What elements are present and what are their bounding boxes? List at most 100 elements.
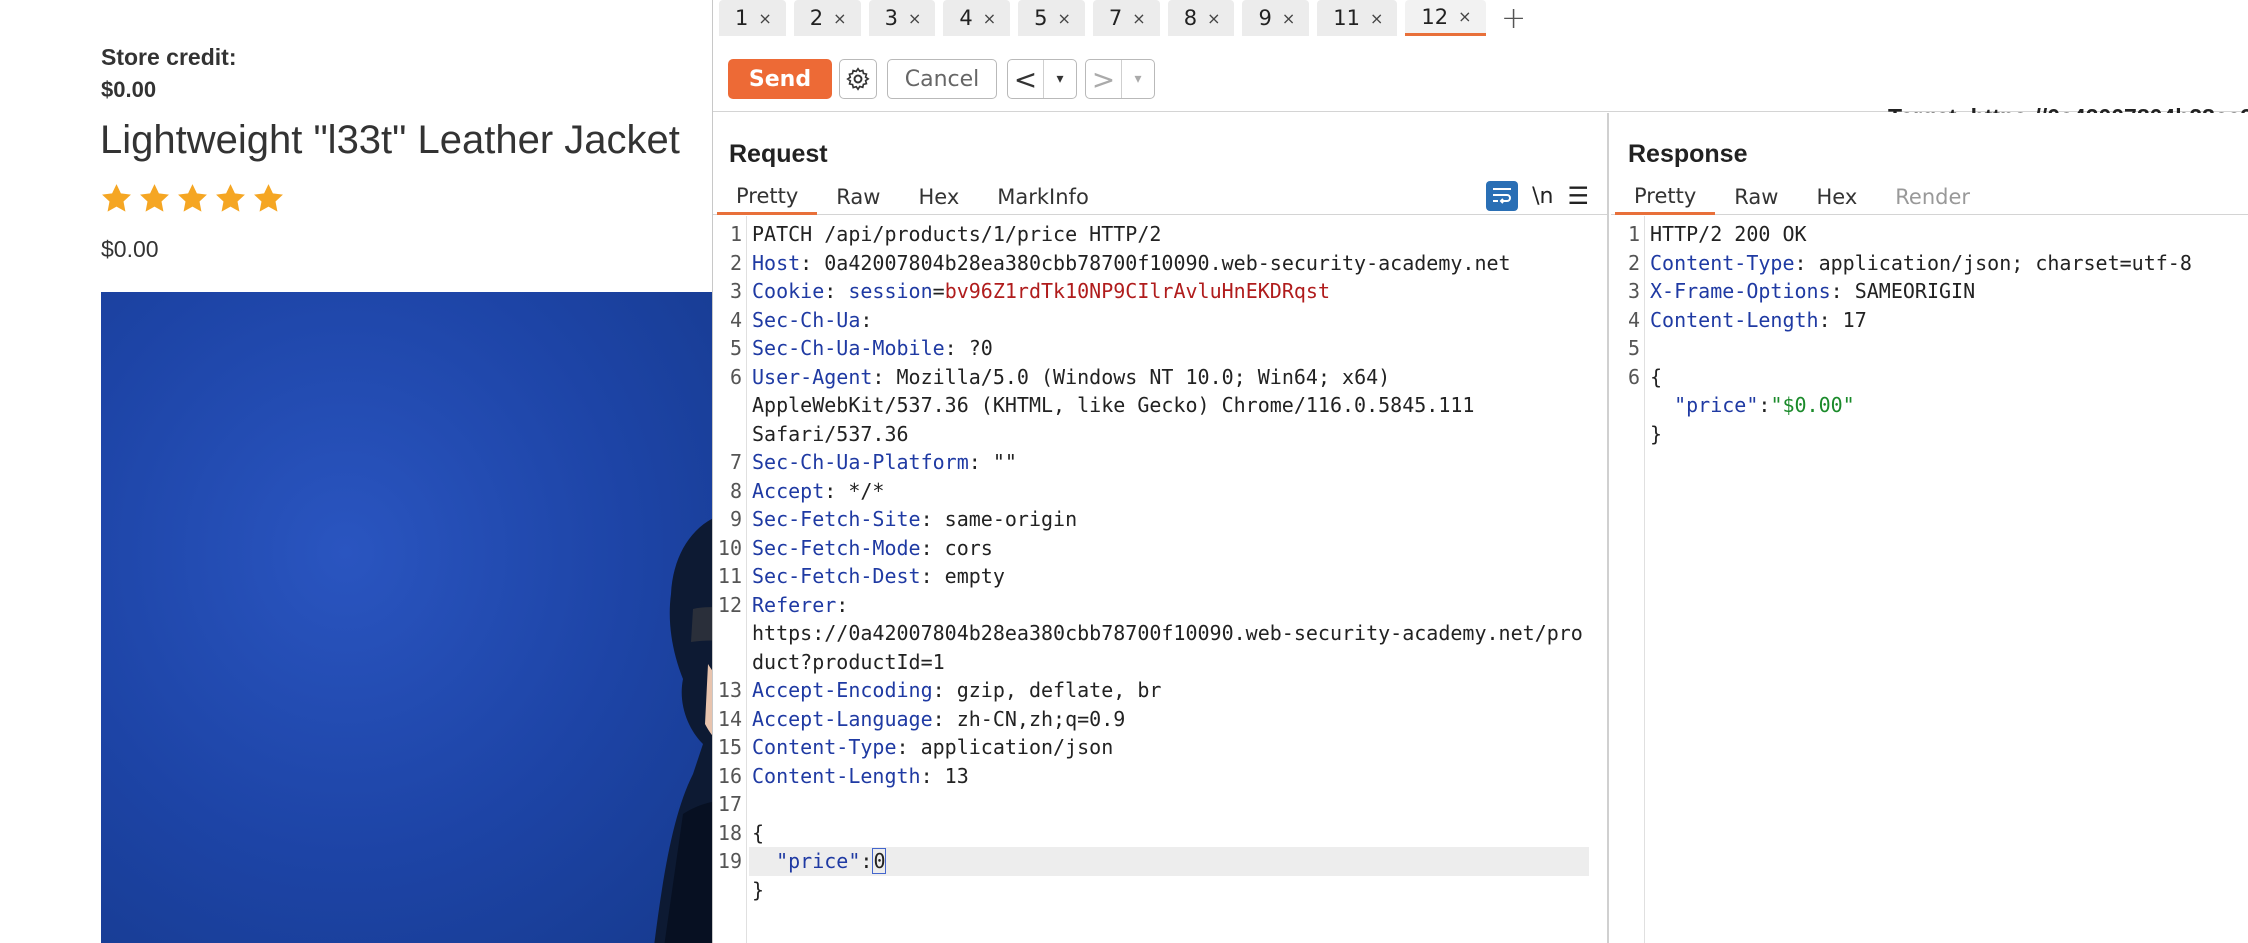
back-dropdown-icon[interactable]: ▾	[1044, 60, 1076, 98]
tab-label: 2	[809, 6, 824, 30]
line-number: 12	[717, 592, 742, 617]
product-page: Store credit: $0.00 Lightweight "l33t" L…	[0, 0, 712, 943]
code-token: bv96Z1rdTk10NP9CIlrAvluHnEKDRqst	[944, 279, 1330, 303]
header-name: Accept-Encoding	[752, 678, 933, 702]
code-token: {	[1650, 364, 1663, 389]
history-back-button[interactable]: < ▾	[1007, 59, 1077, 99]
settings-button[interactable]	[839, 59, 877, 99]
response-tab-hex[interactable]: Hex	[1797, 179, 1876, 215]
close-tab-icon[interactable]: ×	[833, 9, 846, 28]
store-credit-value: $0.00	[101, 77, 157, 102]
star-icon	[178, 184, 207, 212]
request-tab-pretty[interactable]: Pretty	[717, 179, 818, 215]
request-editor[interactable]: 1 PATCH /api/products/1/price HTTP/2 2 Host…	[713, 216, 1607, 943]
line-code: }	[1650, 420, 1662, 449]
model-photo-silhouette	[654, 518, 712, 943]
history-forward-button[interactable]: > ▾	[1085, 59, 1155, 99]
close-tab-icon[interactable]: ×	[1282, 9, 1295, 28]
repeater-tab-1[interactable]: 1 ×	[719, 0, 786, 36]
repeater-tab-3[interactable]: 3 ×	[868, 0, 936, 36]
code-token: : ""	[968, 450, 1017, 474]
header-name: Host	[752, 250, 801, 275]
request-line: 11 Sec-Fetch-Dest: empty	[713, 562, 1607, 591]
request-line: 18 {	[713, 819, 1607, 848]
request-line: 9 Sec-Fetch-Site: same-origin	[713, 505, 1607, 534]
code-token: : zh-CN,zh;q=0.9	[932, 706, 1126, 731]
tab-label: 4	[959, 6, 973, 30]
line-number: 1	[1627, 222, 1640, 246]
header-name: Content-Type	[1650, 250, 1795, 275]
header-name: Accept-Language	[752, 706, 933, 731]
repeater-tab-5[interactable]: 5 ×	[1018, 0, 1085, 36]
header-name: Accept	[752, 478, 825, 503]
response-view-tabs: Pretty Raw Hex Render	[1611, 179, 2248, 215]
response-viewer[interactable]: 1 HTTP/2 200 OK 2 Content-Type: application…	[1611, 216, 2248, 943]
line-code: Sec-Fetch-Dest: empty	[752, 562, 1005, 591]
response-tab-raw[interactable]: Raw	[1715, 179, 1797, 215]
line-code: Cookie: session=bv96Z1rdTk10NP9CIlrAvluH…	[752, 277, 1330, 306]
newline-icon[interactable]: \n	[1532, 184, 1553, 209]
code-token: }	[1650, 421, 1663, 446]
close-tab-icon[interactable]: ×	[983, 9, 996, 28]
repeater-tab-12[interactable]: 12 ×	[1405, 0, 1486, 36]
request-line: 13 Accept-Encoding: gzip, deflate, br	[713, 676, 1607, 705]
tab-label: 3	[884, 6, 898, 30]
line-code: PATCH /api/products/1/price HTTP/2	[752, 220, 1161, 249]
code-token: : 0a42007804b28ea380cbb78700f10090.web-s…	[800, 250, 1511, 275]
line-code: Content-Type: application/json; charset=…	[1650, 249, 2192, 278]
line-number: 5	[729, 336, 742, 360]
line-code: Sec-Ch-Ua-Mobile: ?0	[752, 334, 993, 363]
response-line: 4 Content-Length: 17	[1611, 306, 2248, 335]
close-tab-icon[interactable]: ×	[908, 9, 921, 28]
close-tab-icon[interactable]: ×	[1458, 7, 1471, 26]
code-token: : empty	[920, 564, 1005, 588]
request-tab-hex[interactable]: Hex	[899, 179, 978, 215]
request-line: 14 Accept-Language: zh-CN,zh;q=0.9	[713, 705, 1607, 734]
repeater-tab-9[interactable]: 9 ×	[1242, 0, 1310, 36]
request-tab-markinfo[interactable]: MarkInfo	[978, 179, 1108, 215]
request-view-options: \n ☰	[1486, 179, 1589, 213]
code-token: : 17	[1818, 307, 1867, 332]
header-name: Sec-Ch-Ua-Mobile	[752, 336, 945, 360]
product-price: $0.00	[101, 236, 159, 262]
cancel-button[interactable]: Cancel	[887, 59, 997, 99]
request-line: 7 Sec-Ch-Ua-Platform: ""	[713, 448, 1607, 477]
header-name: Sec-Fetch-Mode	[752, 535, 921, 560]
code-token: :	[860, 307, 873, 332]
code-token: : */*	[824, 478, 885, 503]
repeater-tab-4[interactable]: 4 ×	[943, 0, 1011, 36]
repeater-tab-11[interactable]: 11 ×	[1317, 0, 1398, 36]
line-number: 5	[1627, 336, 1640, 360]
line-code: https://0a42007804b28ea380cbb78700f10090…	[752, 619, 1583, 648]
forward-dropdown-icon[interactable]: ▾	[1122, 60, 1154, 98]
code-token: Safari/537.36	[752, 421, 909, 446]
response-tab-pretty[interactable]: Pretty	[1615, 179, 1716, 215]
send-button[interactable]: Send	[728, 59, 832, 99]
code-token: :	[824, 279, 849, 303]
close-tab-icon[interactable]: ×	[1058, 9, 1071, 28]
menu-icon[interactable]: ☰	[1567, 182, 1589, 210]
request-tab-raw[interactable]: Raw	[817, 179, 899, 215]
close-tab-icon[interactable]: ×	[1370, 9, 1383, 28]
header-name: Sec-Ch-Ua-Platform	[752, 450, 969, 474]
line-code: Content-Length: 17	[1650, 306, 1867, 335]
request-line: Safari/537.36	[713, 420, 1607, 449]
response-tab-render[interactable]: Render	[1876, 179, 1989, 215]
line-number: 13	[717, 678, 742, 702]
close-tab-icon[interactable]: ×	[1207, 9, 1220, 28]
line-code: duct?productId=1	[752, 648, 945, 677]
repeater-tab-2[interactable]: 2 ×	[793, 0, 861, 36]
word-wrap-toggle[interactable]	[1486, 181, 1519, 211]
line-code: Sec-Ch-Ua:	[752, 306, 872, 335]
close-tab-icon[interactable]: ×	[1132, 9, 1145, 28]
code-token: : 13	[920, 763, 969, 788]
repeater-tab-7[interactable]: 7 ×	[1092, 0, 1160, 36]
star-icon	[216, 184, 245, 212]
repeater-tab-8[interactable]: 8 ×	[1167, 0, 1235, 36]
add-tab-button[interactable]: +	[1494, 0, 1534, 36]
close-tab-icon[interactable]: ×	[758, 9, 771, 28]
product-image	[101, 292, 712, 943]
line-number: 6	[729, 364, 742, 389]
